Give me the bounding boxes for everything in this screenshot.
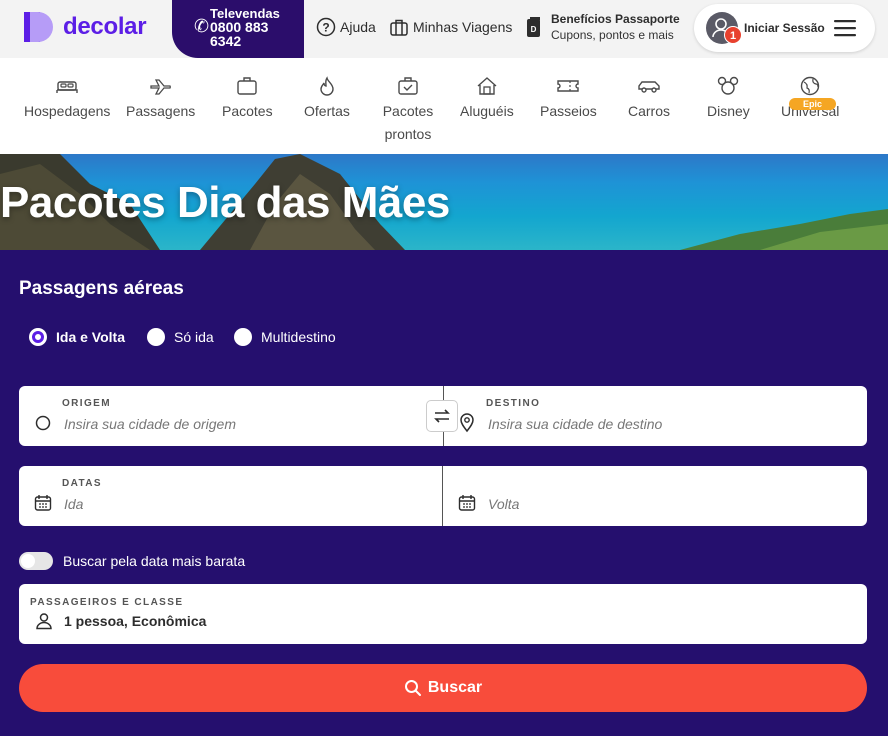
- epic-badge: Epic: [789, 98, 836, 110]
- phone-icon: ✆: [194, 16, 210, 36]
- radio-unselected-icon: [147, 328, 165, 346]
- help-icon: ?: [316, 17, 336, 37]
- luggage-check-icon: [398, 77, 418, 95]
- nav-item-pacotes[interactable]: Pacotes: [222, 76, 273, 123]
- origin-input[interactable]: Insira sua cidade de origem: [64, 416, 236, 432]
- nav-label: Pacotes prontos: [382, 103, 434, 142]
- nav-label: Carros: [628, 103, 671, 119]
- destination-field[interactable]: DESTINO Insira sua cidade de destino: [443, 386, 867, 446]
- dates-label: DATAS: [62, 478, 102, 489]
- return-date-field[interactable]: Volta: [443, 466, 867, 526]
- notification-badge: 1: [724, 26, 742, 44]
- nav-label: Ofertas: [304, 103, 350, 119]
- nav-label: Disney: [707, 103, 750, 119]
- svg-text:D: D: [531, 25, 537, 34]
- cheapest-date-toggle[interactable]: [19, 552, 53, 570]
- destination-label: DESTINO: [486, 398, 541, 409]
- logo-mark-icon: [24, 12, 53, 42]
- passengers-label: PASSAGEIROS E CLASSE: [30, 597, 184, 608]
- passengers-field[interactable]: PASSAGEIROS E CLASSE 1 pessoa, Econômica: [19, 584, 867, 644]
- radio-multidestino[interactable]: Multidestino: [234, 328, 336, 346]
- house-icon: [477, 77, 497, 95]
- passport-icon: D: [527, 17, 540, 37]
- nav-item-passeios[interactable]: Passeios: [540, 76, 597, 123]
- bed-icon: [56, 81, 78, 93]
- radio-label: Só ida: [174, 329, 214, 345]
- login-button[interactable]: 1 Iniciar Sessão: [694, 4, 875, 52]
- radio-label: Ida e Volta: [56, 329, 125, 345]
- nav-item-alugueis[interactable]: Aluguéis: [460, 76, 514, 123]
- nav-label: Aluguéis: [460, 103, 514, 119]
- suitcase-icon: [237, 77, 257, 95]
- globe-icon: [800, 76, 820, 96]
- search-button[interactable]: Buscar: [19, 664, 867, 712]
- ticket-icon: [557, 80, 580, 92]
- my-trips-link[interactable]: Minhas Viagens: [389, 17, 512, 37]
- calendar-icon: [458, 495, 476, 511]
- radio-ida-e-volta[interactable]: Ida e Volta: [29, 328, 125, 346]
- hero-banner[interactable]: Pacotes Dia das Mães: [0, 154, 888, 250]
- help-label: Ajuda: [340, 19, 376, 35]
- svg-text:?: ?: [322, 21, 329, 35]
- benefits-link[interactable]: D Benefícios Passaporte Cupons, pontos e…: [526, 12, 680, 42]
- nav-label: Passeios: [540, 103, 597, 119]
- products-nav: Hospedagens Passagens Pacotes Ofertas Pa…: [0, 58, 888, 154]
- departure-date-field[interactable]: DATAS Ida: [19, 466, 443, 526]
- return-date-input[interactable]: Volta: [488, 496, 519, 512]
- origin-field[interactable]: ORIGEM Insira sua cidade de origem: [19, 386, 443, 446]
- search-button-label: Buscar: [427, 679, 483, 696]
- origin-circle-icon: [35, 415, 51, 431]
- nav-label: Passagens: [126, 103, 196, 119]
- decolar-logo[interactable]: decolar: [22, 10, 147, 44]
- suitcase-icon: [390, 19, 408, 36]
- nav-item-passagens[interactable]: Passagens: [126, 76, 195, 123]
- passengers-value: 1 pessoa, Econômica: [64, 613, 207, 629]
- search-icon: [404, 680, 421, 696]
- car-icon: [638, 81, 660, 93]
- login-label: Iniciar Sessão: [744, 21, 825, 35]
- person-icon: [36, 613, 52, 630]
- nav-item-ofertas[interactable]: Ofertas: [304, 76, 350, 123]
- dates-group: DATAS Ida Volta: [19, 466, 867, 526]
- destination-input[interactable]: Insira sua cidade de destino: [488, 416, 662, 432]
- plane-icon: [149, 79, 171, 95]
- nav-label: Hospedagens: [24, 103, 111, 119]
- cheapest-date-label: Buscar pela data mais barata: [63, 553, 246, 569]
- top-header: decolar ✆ Televendas 0800 883 6342 ? Aju…: [0, 0, 888, 58]
- logo-text: decolar: [63, 13, 147, 40]
- my-trips-label: Minhas Viagens: [413, 19, 513, 35]
- help-link[interactable]: ? Ajuda: [316, 17, 376, 37]
- nav-item-disney[interactable]: Disney: [707, 76, 750, 123]
- radio-so-ida[interactable]: Só ida: [147, 328, 214, 346]
- cheapest-date-toggle-row: Buscar pela data mais barata: [19, 552, 245, 570]
- hero-title: Pacotes Dia das Mães: [0, 178, 450, 227]
- flame-icon: [320, 76, 334, 96]
- radio-unselected-icon: [234, 328, 252, 346]
- search-title: Passagens aéreas: [19, 278, 184, 299]
- calendar-icon: [34, 495, 52, 511]
- benefits-subtitle: Cupons, pontos e mais: [551, 28, 674, 42]
- televendas-block[interactable]: ✆ Televendas 0800 883 6342: [172, 0, 304, 58]
- benefits-title: Benefícios Passaporte: [551, 12, 680, 26]
- origin-destination-group: ORIGEM Insira sua cidade de origem DESTI…: [19, 386, 867, 446]
- origin-label: ORIGEM: [62, 398, 111, 409]
- radio-label: Multidestino: [261, 329, 336, 345]
- nav-item-carros[interactable]: Carros: [628, 76, 670, 123]
- departure-date-input[interactable]: Ida: [64, 496, 83, 512]
- radio-selected-icon: [29, 328, 47, 346]
- nav-item-pacotes-prontos[interactable]: Pacotes prontos: [381, 76, 435, 146]
- nav-label: Pacotes: [222, 103, 273, 119]
- flight-search-box: Passagens aéreas Ida e Volta Só ida Mult…: [0, 250, 888, 736]
- mickey-icon: [718, 76, 739, 95]
- hamburger-menu-icon[interactable]: [834, 18, 856, 38]
- nav-item-hospedagens[interactable]: Hospedagens: [24, 76, 110, 123]
- location-pin-icon: [460, 413, 474, 433]
- televendas-phone: 0800 883 6342: [210, 19, 269, 49]
